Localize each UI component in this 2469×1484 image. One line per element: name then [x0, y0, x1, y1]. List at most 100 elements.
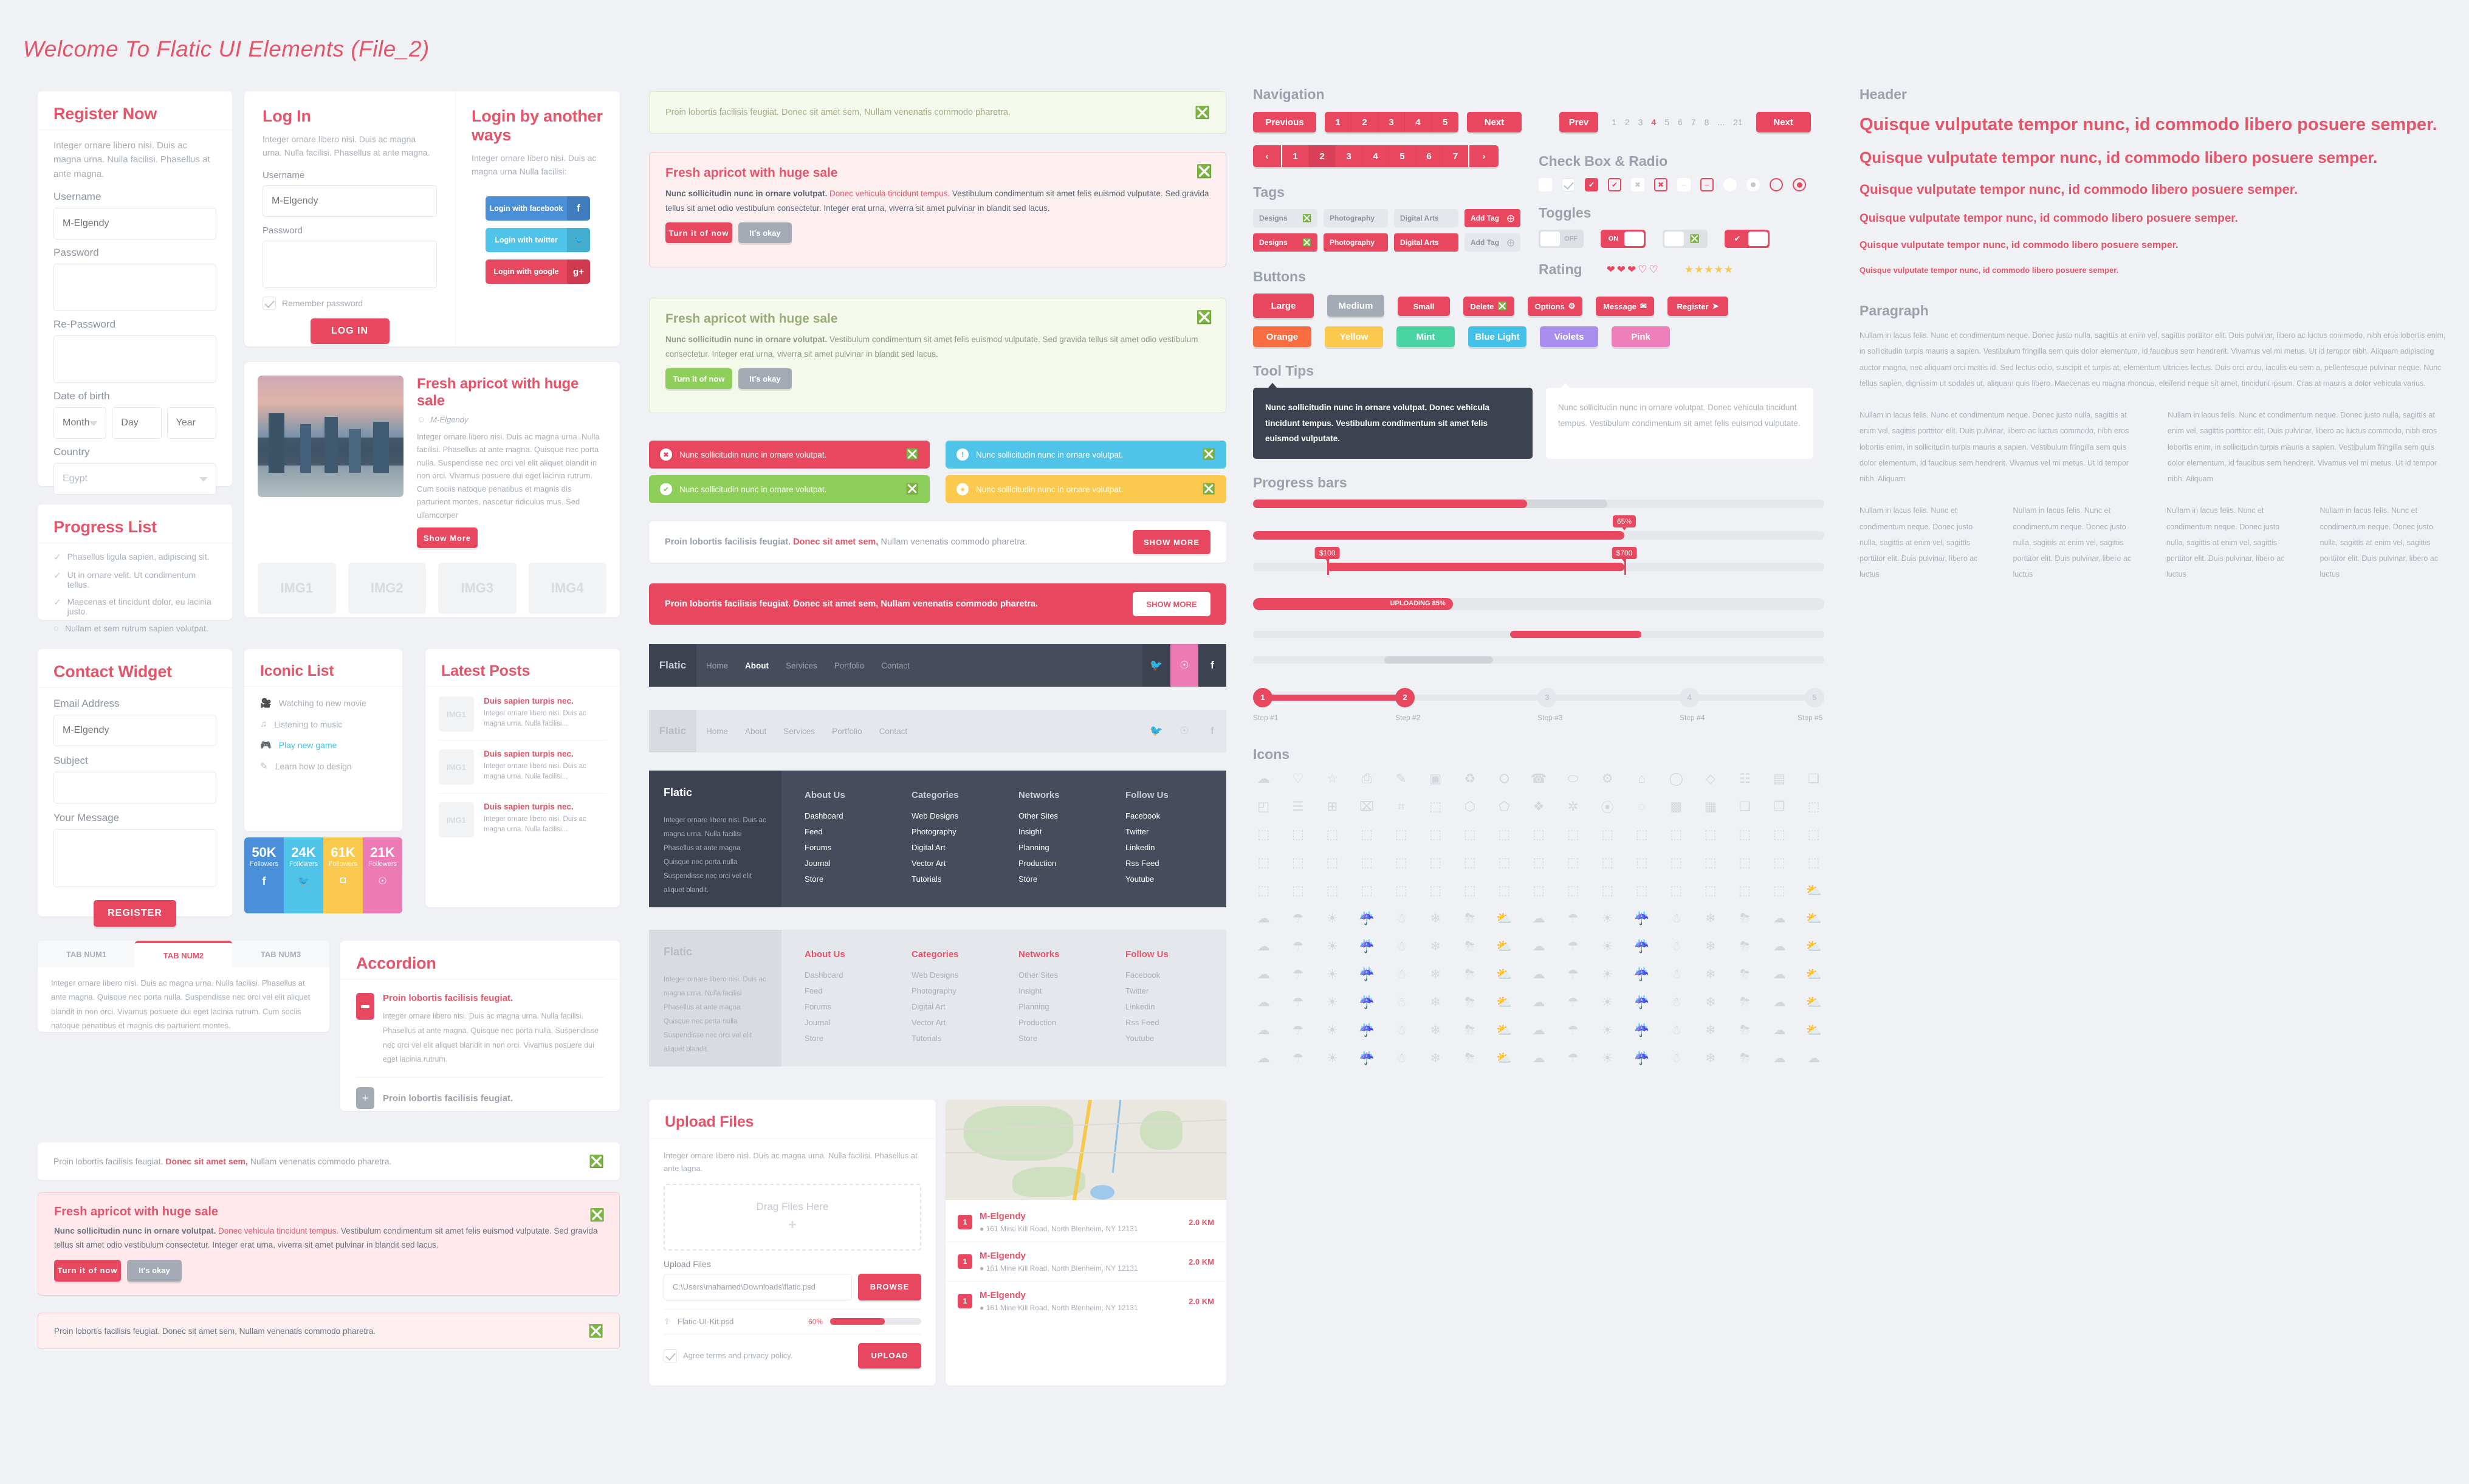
footer-link[interactable]: Youtube — [1125, 874, 1212, 884]
drag-drop-zone[interactable]: Drag Files Here + — [664, 1183, 921, 1251]
button-small[interactable]: Small — [1398, 297, 1450, 316]
button-violets[interactable]: Violets — [1540, 326, 1598, 347]
footer-link[interactable]: Feed — [805, 986, 891, 995]
footer-link[interactable]: Store — [805, 1034, 891, 1043]
footer-link[interactable]: Other Sites — [1018, 811, 1105, 820]
footer-link[interactable]: Insight — [1018, 827, 1105, 836]
page-number[interactable]: 2 — [1625, 117, 1630, 127]
step-1[interactable]: 1 — [1253, 687, 1272, 707]
tag-photography-active[interactable]: Photography — [1324, 233, 1388, 252]
footer-link[interactable]: Insight — [1018, 986, 1105, 995]
footer-link[interactable]: Photography — [912, 827, 998, 836]
footer-link[interactable]: Vector Art — [912, 859, 998, 868]
button-medium[interactable]: Medium — [1327, 295, 1384, 317]
pager2-page-4[interactable]: 4 — [1362, 145, 1389, 167]
button-yellow[interactable]: Yellow — [1325, 326, 1383, 347]
alert-secondary-button[interactable]: It's okay — [127, 1259, 182, 1282]
login-username-input[interactable] — [263, 185, 437, 218]
button-mint[interactable]: Mint — [1396, 326, 1455, 347]
footer-link[interactable]: Digital Art — [912, 1002, 998, 1011]
dribbble-icon[interactable]: ☉ — [1170, 644, 1198, 687]
footer-link[interactable]: Other Sites — [1018, 970, 1105, 980]
login-password-input[interactable] — [263, 241, 437, 289]
tag-digital-arts[interactable]: Digital Arts — [1394, 209, 1458, 227]
footer-link[interactable]: Rss Feed — [1125, 859, 1212, 868]
tag-digital-arts-active[interactable]: Digital Arts — [1394, 233, 1458, 252]
checkbox-x-gray[interactable]: ✖ — [1631, 178, 1644, 191]
login-with-google-button[interactable]: Login with google g+ — [486, 259, 590, 284]
agree-checkbox[interactable] — [664, 1348, 677, 1362]
footer-link[interactable]: Tutorials — [912, 874, 998, 884]
footer-link[interactable]: Twitter — [1125, 986, 1212, 995]
facebook-icon[interactable]: f — [1198, 644, 1226, 687]
radio-checked-red[interactable] — [1793, 178, 1806, 191]
checkbox-x-red[interactable]: ✖ — [1654, 178, 1667, 191]
page-number[interactable]: 6 — [1678, 117, 1683, 127]
accordion-open-header[interactable]: Proin lobortis facilisis feugiat. — [383, 993, 604, 1003]
nav-item-about[interactable]: About — [745, 661, 769, 670]
footer-link[interactable]: Journal — [805, 859, 891, 868]
thumb-img3[interactable]: IMG3 — [438, 563, 517, 614]
footer-link[interactable]: Facebook — [1125, 811, 1212, 820]
add-tag-button-inactive[interactable]: Add Tag ⨁ — [1465, 233, 1520, 252]
footer-link[interactable]: Twitter — [1125, 827, 1212, 836]
password-input[interactable] — [53, 263, 216, 311]
footer-link[interactable]: Journal — [805, 1018, 891, 1027]
close-icon[interactable]: ❎ — [906, 448, 919, 461]
close-icon[interactable]: ❎ — [1203, 448, 1215, 461]
iconic-item-label[interactable]: Watching to new movie — [279, 698, 366, 708]
rating-stars[interactable]: ★★★★★ — [1684, 264, 1734, 276]
footer-link[interactable]: Store — [805, 874, 891, 884]
alert-secondary-button[interactable]: It's okay — [738, 368, 792, 390]
counter-dribbble[interactable]: 21K Followers ☉ — [363, 837, 402, 913]
checkbox-outline-check[interactable]: ✔ — [1608, 178, 1621, 191]
footer-link[interactable]: Vector Art — [912, 1018, 998, 1027]
pager-page-3[interactable]: 3 — [1378, 112, 1405, 132]
footer-link[interactable]: Web Designs — [912, 970, 998, 980]
media-show-more-button[interactable]: Show More — [417, 527, 478, 549]
pager2-page-5[interactable]: 5 — [1389, 145, 1416, 167]
page-number-active[interactable]: 4 — [1651, 117, 1656, 127]
tab-num3[interactable]: TAB NUM3 — [232, 941, 329, 967]
list-item[interactable]: IMG1 Duis sapien turpis nec. Integer orn… — [439, 696, 606, 741]
counter-facebook[interactable]: 50K Followers f — [244, 837, 284, 913]
twitter-icon[interactable]: 🐦 — [1142, 644, 1170, 687]
contact-submit-button[interactable]: REGISTER — [94, 900, 176, 927]
checkbox-checked-red[interactable]: ✔ — [1585, 178, 1598, 191]
footer-link[interactable]: Store — [1018, 874, 1105, 884]
pager-arrow-right[interactable]: › — [1469, 145, 1499, 167]
iconic-item-label[interactable]: Learn how to design — [275, 761, 352, 771]
tab-num2[interactable]: TAB NUM2 — [135, 941, 232, 967]
counter-twitter[interactable]: 24K Followers 🐦 — [284, 837, 323, 913]
accordion-minus-icon[interactable] — [356, 993, 374, 1020]
close-icon[interactable]: ❎ — [906, 483, 919, 495]
alert-primary-button[interactable]: Turn it of now — [54, 1259, 121, 1282]
footer-link[interactable]: Digital Art — [912, 843, 998, 852]
button-orange[interactable]: Orange — [1253, 326, 1311, 347]
map-view[interactable] — [946, 1100, 1226, 1200]
alert-primary-button[interactable]: Turn it of now — [665, 222, 732, 244]
nav-item-home[interactable]: Home — [706, 727, 728, 736]
accordion-closed-header[interactable]: Proin lobortis facilisis feugiat. — [383, 1093, 513, 1104]
dob-year-input[interactable] — [167, 407, 216, 439]
footer-link[interactable]: Production — [1018, 859, 1105, 868]
button-pink[interactable]: Pink — [1612, 326, 1670, 347]
facebook-icon[interactable]: f — [1198, 725, 1226, 737]
page-number[interactable]: 3 — [1638, 117, 1643, 127]
pager2-page-6[interactable]: 6 — [1416, 145, 1443, 167]
nav-item-home[interactable]: Home — [706, 661, 728, 670]
dob-day-input[interactable] — [112, 407, 162, 439]
pager2-page-3[interactable]: 3 — [1336, 145, 1362, 167]
pager-next[interactable]: Next — [1467, 112, 1522, 132]
toggle-off-x[interactable]: ❎ — [1663, 230, 1708, 248]
tab-num1[interactable]: TAB NUM1 — [38, 941, 135, 967]
close-icon[interactable]: ❎ — [1197, 311, 1212, 325]
pager-page-4[interactable]: 4 — [1405, 112, 1432, 132]
page-number[interactable]: 7 — [1691, 117, 1696, 127]
thumb-img2[interactable]: IMG2 — [348, 563, 426, 614]
thumb-img4[interactable]: IMG4 — [528, 563, 606, 614]
browse-button[interactable]: BROWSE — [858, 1273, 921, 1300]
toggle-on-check[interactable]: ✔ — [1725, 230, 1770, 248]
pager-page-5[interactable]: 5 — [1432, 112, 1458, 132]
radio-checked-gray[interactable] — [1746, 178, 1760, 191]
